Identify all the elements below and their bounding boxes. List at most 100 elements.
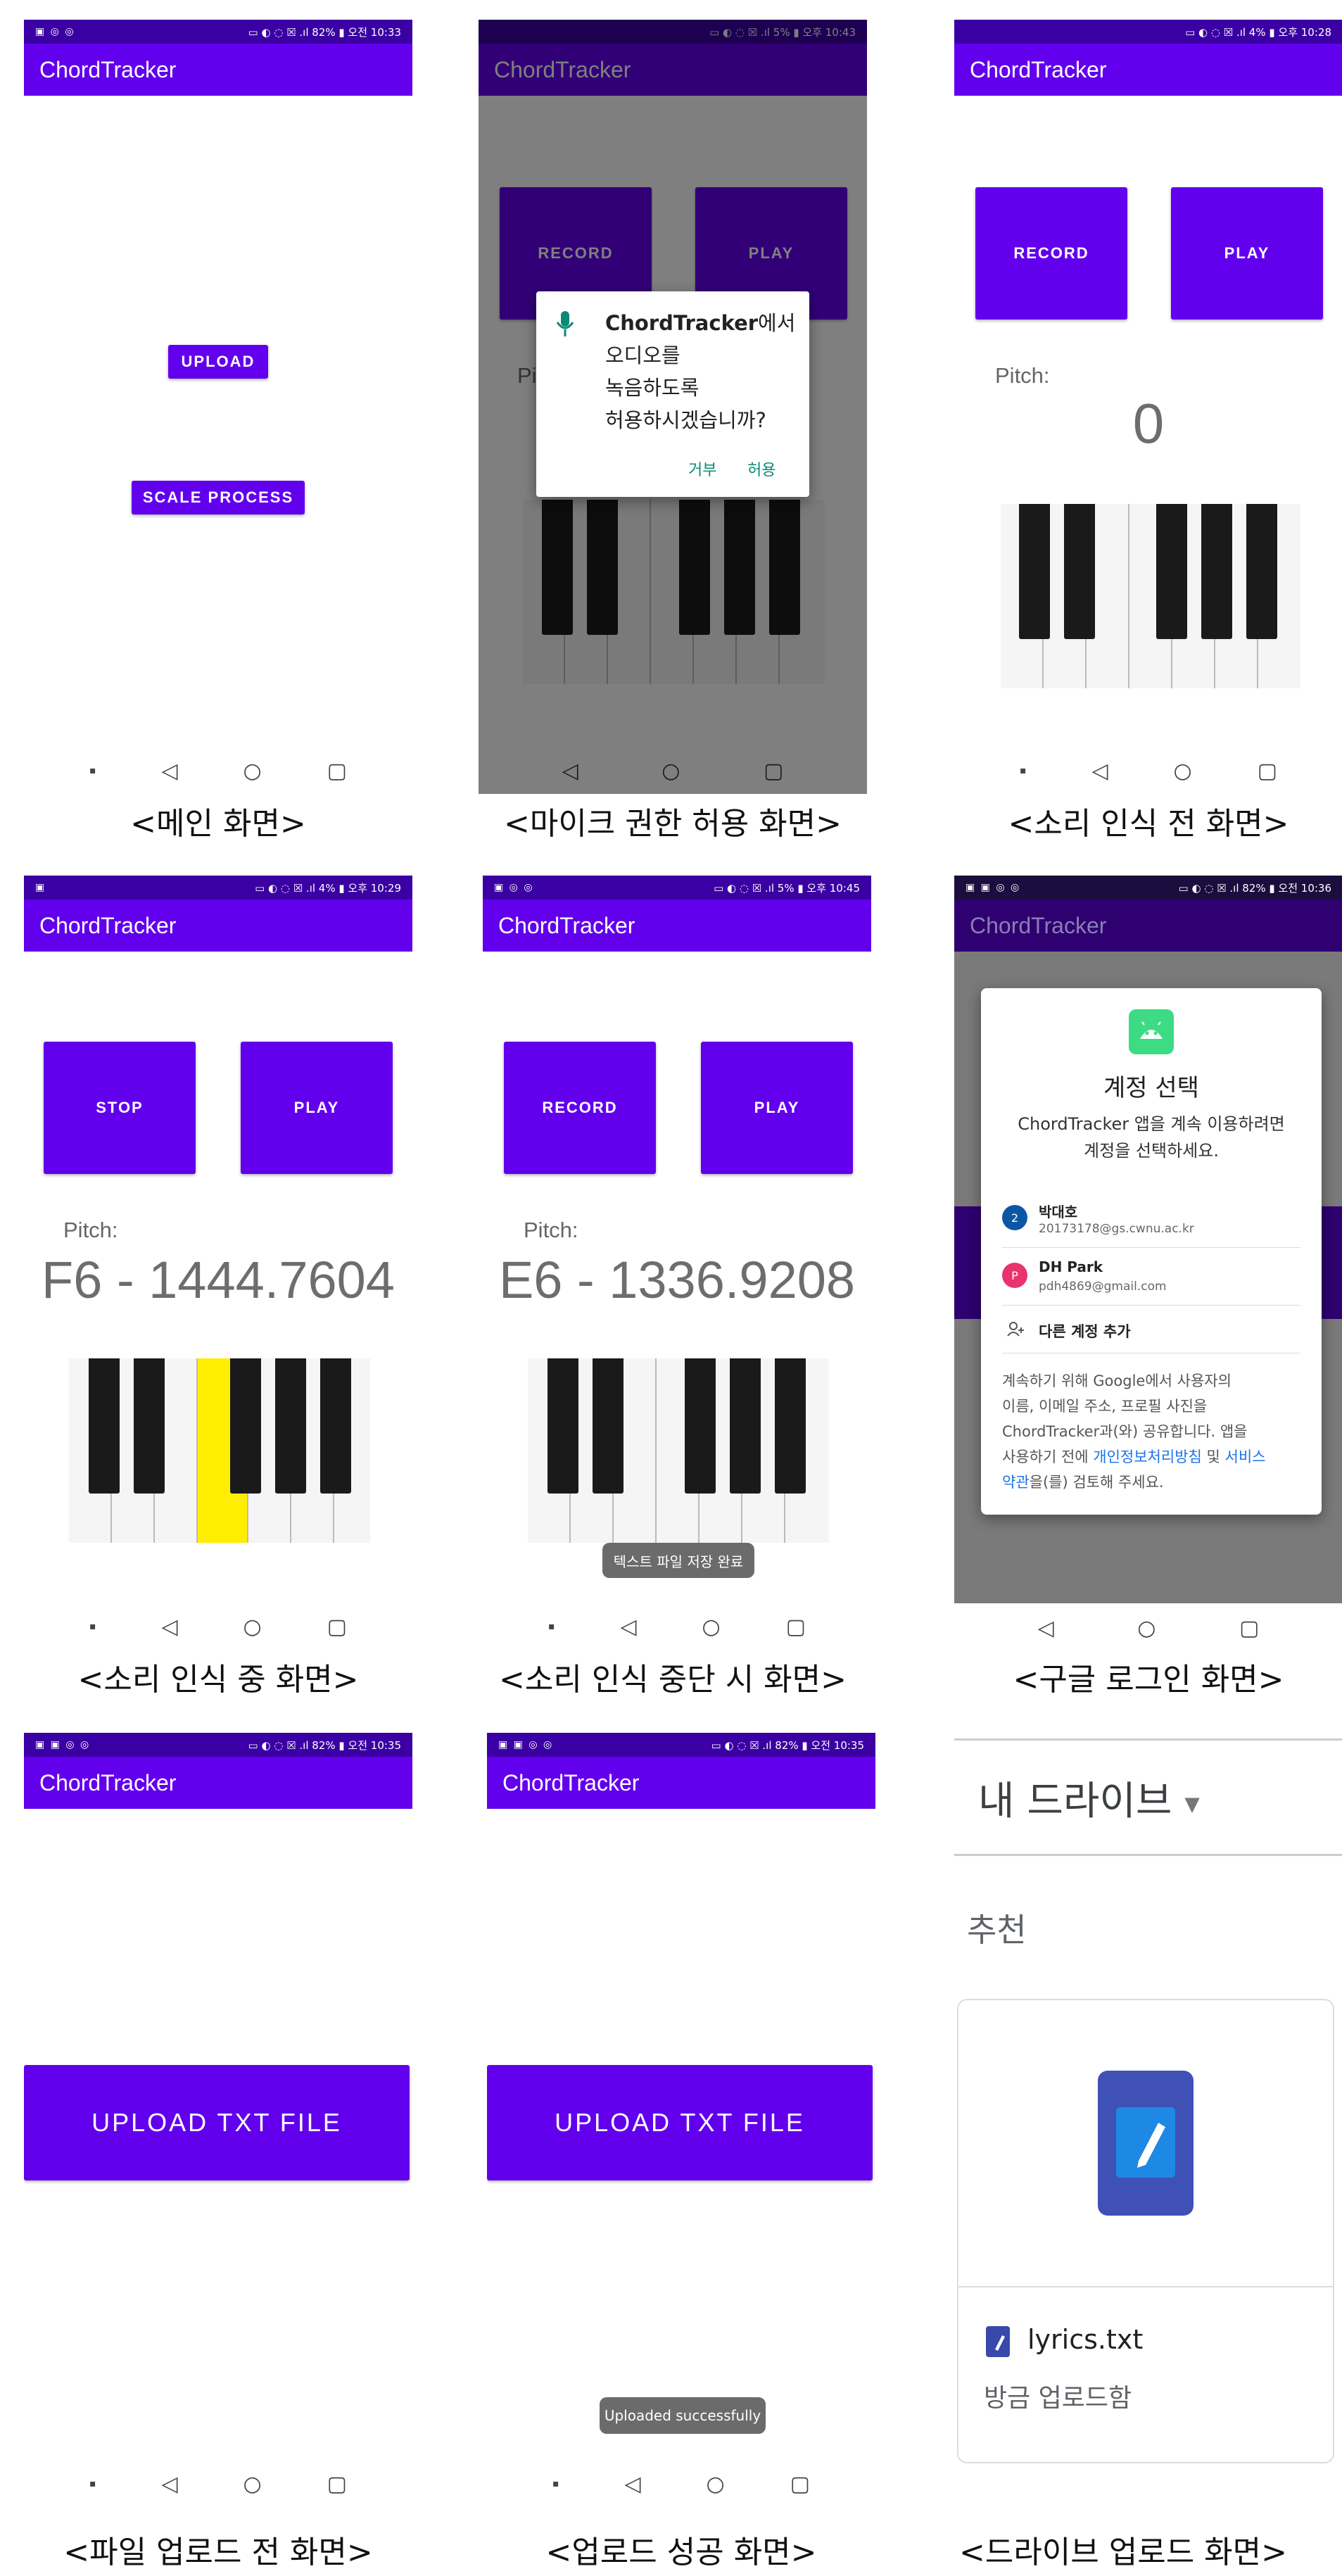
- recent-apps-icon[interactable]: ▢: [1258, 759, 1277, 783]
- recent-apps-icon[interactable]: ▢: [786, 1615, 806, 1639]
- deny-button[interactable]: 거부: [688, 457, 716, 480]
- status-bar: ▣ ▣ ◎ ◎ ▭ ◐ ◌ ☒ .ıl 82% ▮ 오전 10:36: [954, 876, 1342, 899]
- status-bar: ▣ ▣ ◎ ◎ ▭ ◐ ◌ ☒ .ıl 82% ▮ 오전 10:35: [24, 1733, 412, 1757]
- recent-apps-icon[interactable]: ▢: [764, 759, 783, 783]
- file-card[interactable]: lyrics.txt 방금 업로드함: [957, 1999, 1334, 2463]
- play-button[interactable]: PLAY: [701, 1042, 853, 1174]
- nav-dot: ▪: [552, 2478, 559, 2489]
- nav-bar: ▪ ◁ ○ ▢: [954, 746, 1342, 794]
- back-icon[interactable]: ◁: [1038, 1616, 1054, 1641]
- nav-bar: ▪ ◁ ○ ▢: [24, 1602, 412, 1650]
- app-title: ChordTracker: [24, 899, 412, 952]
- back-icon[interactable]: ◁: [562, 759, 578, 783]
- home-icon[interactable]: ○: [243, 759, 261, 783]
- privacy-notice: 계속하기 위해 Google에서 사용자의 이름, 이메일 주소, 프로필 사진…: [1002, 1372, 1266, 1491]
- back-icon[interactable]: ◁: [624, 2472, 640, 2496]
- app-title: ChordTracker: [483, 899, 871, 952]
- home-icon[interactable]: ○: [243, 2472, 261, 2496]
- upload-button[interactable]: UPLOAD: [168, 345, 268, 379]
- txt-file-icon: [986, 2326, 1010, 2357]
- piano-keyboard: [69, 1358, 370, 1543]
- dialog-subtitle: ChordTracker 앱을 계속 이용하려면 계정을 선택하세요.: [1018, 1114, 1285, 1161]
- nav-bar: ▪ ◁ ○ ▢: [24, 2459, 412, 2507]
- before-recognition-screen: ▭ ◐ ◌ ☒ .ıl 4% ▮ 오후 10:28 ChordTracker R…: [954, 20, 1342, 794]
- home-icon[interactable]: ○: [702, 1615, 720, 1639]
- upload-success-screen: ▣ ▣ ◎ ◎ ▭ ◐ ◌ ☒ .ıl 82% ▮ 오전 10:35 Chord…: [487, 1733, 875, 2507]
- drive-screen: 내 드라이브 ▼ 추천 lyrics.txt 방금 업로드함: [954, 1736, 1342, 2510]
- pitch-value: E6 - 1336.9208: [498, 1251, 856, 1309]
- app-title: ChordTracker: [954, 44, 1342, 96]
- app-title: ChordTracker: [24, 44, 412, 96]
- piano-keyboard: [528, 1358, 829, 1543]
- drive-title[interactable]: 내 드라이브 ▼: [978, 1769, 1200, 1826]
- caption-uploaded: <업로드 성공 화면>: [545, 2534, 817, 2570]
- dropdown-arrow-icon: ▼: [1184, 1792, 1200, 1816]
- scale-process-button[interactable]: SCALE PROCESS: [132, 481, 305, 514]
- back-icon[interactable]: ◁: [1091, 759, 1108, 783]
- pitch-value: 0: [1132, 392, 1165, 455]
- microphone-icon: [556, 311, 574, 336]
- main-screen: ▣ ◎ ◎ ▭ ◐ ◌ ☒ .ıl 82% ▮ 오전 10:33 ChordTr…: [24, 20, 412, 794]
- pitch-value: F6 - 1444.7604: [42, 1251, 395, 1309]
- recent-apps-icon[interactable]: ▢: [790, 2472, 810, 2496]
- uploaded-toast: Uploaded successfully: [600, 2397, 766, 2434]
- status-bar: ▣ ◎ ◎ ▭ ◐ ◌ ☒ .ıl 82% ▮ 오전 10:33: [24, 20, 412, 44]
- nav-dot: ▪: [1019, 765, 1027, 776]
- add-account-row[interactable]: 다른 계정 추가: [1002, 1306, 1300, 1353]
- nav-bar: ◁ ○ ▢: [479, 746, 867, 794]
- drive-header-divider: [954, 1854, 1342, 1856]
- nav-bar: ▪ ◁ ○ ▢: [483, 1602, 871, 1650]
- allow-button[interactable]: 허용: [747, 457, 776, 480]
- file-thumbnail-icon: [1098, 2071, 1194, 2216]
- account-row[interactable]: P DH Park pdh4869@gmail.com: [1002, 1249, 1300, 1306]
- status-bar: ▭ ◐ ◌ ☒ .ıl 4% ▮ 오후 10:28: [954, 20, 1342, 44]
- pre-upload-screen: ▣ ▣ ◎ ◎ ▭ ◐ ◌ ☒ .ıl 82% ▮ 오전 10:35 Chord…: [24, 1733, 412, 2507]
- recent-apps-icon[interactable]: ▢: [327, 759, 347, 783]
- avatar: 2: [1002, 1205, 1027, 1230]
- avatar: P: [1002, 1263, 1027, 1288]
- caption-permission: <마이크 권한 허용 화면>: [503, 806, 842, 842]
- upload-txt-file-button[interactable]: UPLOAD TXT FILE: [24, 2065, 410, 2180]
- home-icon[interactable]: ○: [661, 759, 680, 783]
- play-button[interactable]: PLAY: [1171, 187, 1323, 320]
- back-icon[interactable]: ◁: [620, 1615, 636, 1639]
- saved-toast: 텍스트 파일 저장 완료: [602, 1543, 754, 1578]
- section-label: 추천: [967, 1911, 1027, 1949]
- terms-link[interactable]: 서비스: [1225, 1448, 1266, 1465]
- home-icon[interactable]: ○: [706, 2472, 724, 2496]
- nav-dot: ▪: [89, 2478, 96, 2489]
- recent-apps-icon[interactable]: ▢: [327, 1615, 347, 1639]
- piano-keyboard: [1001, 504, 1300, 688]
- terms-link-continued[interactable]: 약관: [1002, 1474, 1030, 1491]
- nav-dot: ▪: [547, 1621, 555, 1632]
- record-button[interactable]: RECORD: [975, 187, 1127, 320]
- stop-button[interactable]: STOP: [44, 1042, 196, 1174]
- permission-message: ChordTracker에서 오디오를 녹음하도록 허용하시겠습니까?: [605, 311, 796, 432]
- pitch-label: Pitch:: [524, 1218, 578, 1242]
- recent-apps-icon[interactable]: ▢: [1239, 1616, 1259, 1641]
- caption-drive: <드라이브 업로드 화면>: [958, 2534, 1288, 2570]
- pitch-label: Pitch:: [63, 1218, 118, 1242]
- drive-top-divider: [954, 1738, 1342, 1741]
- play-button[interactable]: PLAY: [241, 1042, 393, 1174]
- nav-bar: ▪ ◁ ○ ▢: [487, 2459, 875, 2507]
- account-row[interactable]: 2 박대호 20173178@gs.cwnu.ac.kr: [1002, 1191, 1300, 1248]
- status-bar: ▣ ▣ ◎ ◎ ▭ ◐ ◌ ☒ .ıl 82% ▮ 오전 10:35: [487, 1733, 875, 1757]
- back-icon[interactable]: ◁: [161, 1615, 177, 1639]
- record-button[interactable]: RECORD: [504, 1042, 656, 1174]
- caption-before: <소리 인식 전 화면>: [1008, 806, 1289, 842]
- caption-main: <메인 화면>: [130, 806, 306, 842]
- status-bar: ▣ ▭ ◐ ◌ ☒ .ıl 4% ▮ 오후 10:29: [24, 876, 412, 899]
- add-person-icon: [1007, 1322, 1024, 1337]
- home-icon[interactable]: ○: [1137, 1616, 1156, 1641]
- caption-during: <소리 인식 중 화면>: [77, 1662, 359, 1698]
- recent-apps-icon[interactable]: ▢: [327, 2472, 347, 2496]
- privacy-policy-link[interactable]: 개인정보처리방침: [1093, 1448, 1202, 1465]
- dialog-title: 계정 선택: [1103, 1074, 1199, 1102]
- home-icon[interactable]: ○: [1173, 759, 1191, 783]
- upload-txt-file-button[interactable]: UPLOAD TXT FILE: [487, 2065, 873, 2180]
- back-icon[interactable]: ◁: [161, 2472, 177, 2496]
- stopped-screen: ▣ ◎ ◎ ▭ ◐ ◌ ☒ .ıl 5% ▮ 오후 10:45 ChordTra…: [483, 876, 871, 1650]
- home-icon[interactable]: ○: [243, 1615, 261, 1639]
- back-icon[interactable]: ◁: [161, 759, 177, 783]
